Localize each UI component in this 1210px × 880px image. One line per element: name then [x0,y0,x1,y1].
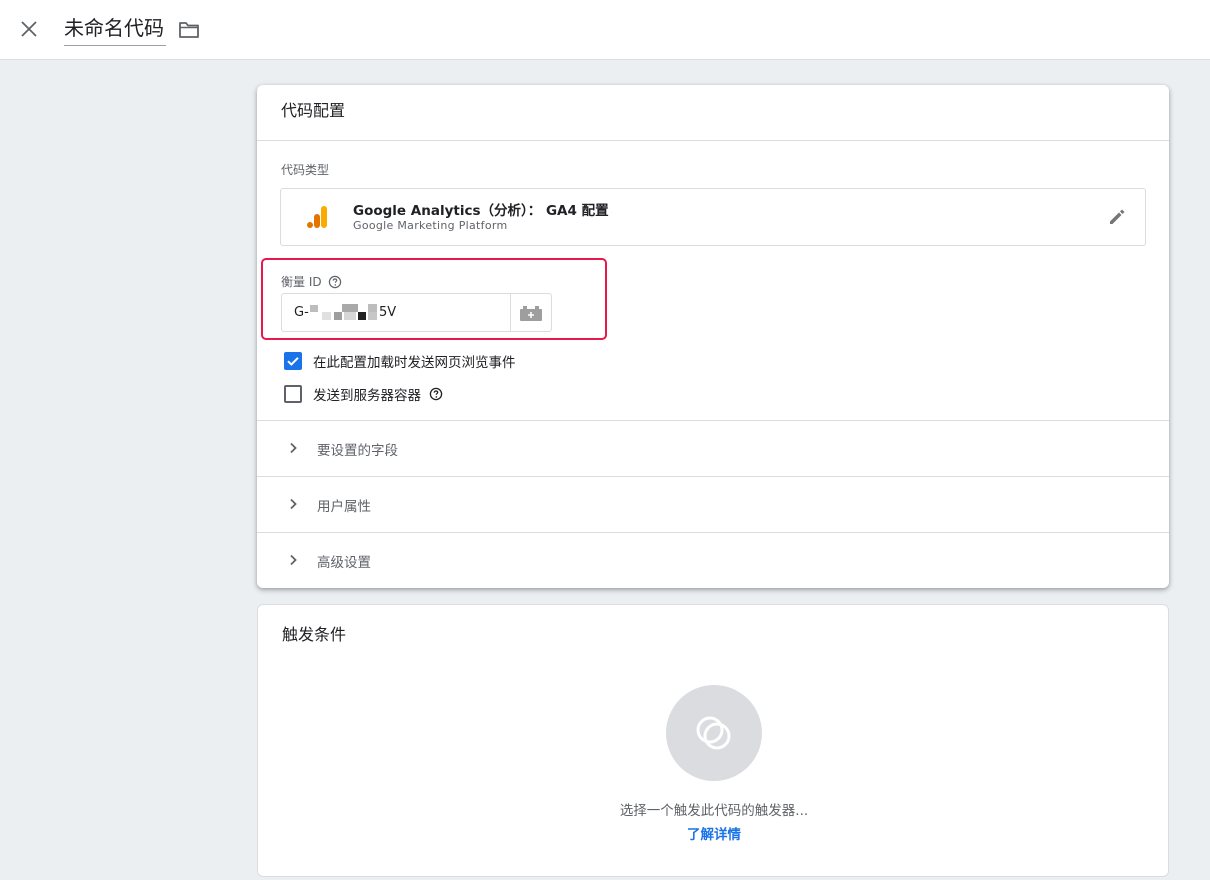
tag-title-field[interactable]: 未命名代码 [64,12,166,46]
ga-logo-icon [307,206,327,228]
insert-variable-button[interactable] [510,293,552,332]
learn-more-link[interactable]: 了解详情 [258,823,1170,843]
section-label: 用户属性 [317,499,371,515]
send-to-server-label: 发送到服务器容器 [313,388,421,404]
send-pageview-option[interactable]: 在此配置加载时发送网页浏览事件 [284,351,516,371]
send-to-server-checkbox[interactable] [284,385,302,403]
send-pageview-checkbox[interactable] [284,352,302,370]
measurement-id-label: 衡量 ID [281,275,322,289]
help-icon[interactable] [328,275,342,289]
folder-icon [179,22,199,38]
redaction-block [368,312,377,320]
section-fields-to-set[interactable]: 要设置的字段 [257,420,1169,476]
chevron-right-icon [290,498,297,510]
section-label: 高级设置 [317,555,371,571]
help-icon[interactable] [429,387,443,401]
check-icon [287,357,299,366]
edit-pencil-icon [1110,209,1125,224]
tag-type-platform: Google Marketing Platform [353,219,508,232]
top-bar: 未命名代码 [0,0,1210,60]
folder-button[interactable] [176,17,202,43]
measurement-id-input[interactable]: G- 5V [281,293,511,332]
trigger-icon [696,716,731,750]
tag-type-label: 代码类型 [281,163,330,177]
choose-trigger-button[interactable] [666,685,762,781]
tag-type-name: Google Analytics（分析）： GA4 配置 [353,203,609,219]
tag-configuration-header: 代码配置 [257,85,1169,141]
tag-type-selector[interactable]: Google Analytics（分析）： GA4 配置 Google Mark… [280,188,1146,246]
trigger-hint: 选择一个触发此代码的触发器... [619,803,809,819]
section-advanced-settings[interactable]: 高级设置 [257,532,1169,588]
section-user-properties[interactable]: 用户属性 [257,476,1169,532]
send-pageview-label: 在此配置加载时发送网页浏览事件 [313,355,516,371]
triggering-title: 触发条件 [282,625,347,644]
tag-title: 未命名代码 [64,16,164,40]
measurement-id-label-row: 衡量 ID [281,273,342,290]
redaction-block [344,312,356,320]
measurement-id-prefix: G- [294,305,309,320]
redaction-block [342,304,358,312]
edit-tag-type-button[interactable] [1105,205,1129,229]
chevron-right-icon [290,554,297,566]
redaction-block [334,312,342,320]
tag-configuration-card: 代码配置 代码类型 Google Analytics（分析）： GA4 配置 G… [257,85,1169,588]
measurement-id-suffix: 5V [379,305,397,320]
close-icon [21,21,37,37]
tag-configuration-title: 代码配置 [281,101,346,120]
redaction-block [322,312,331,320]
variable-icon [520,305,542,321]
redaction-block [358,312,366,320]
chevron-right-icon [290,442,297,454]
close-button[interactable] [14,14,44,44]
section-label: 要设置的字段 [317,443,398,459]
redaction-block [310,305,318,312]
send-to-server-option[interactable]: 发送到服务器容器 [284,384,443,404]
redaction-block [368,304,377,312]
triggering-card[interactable]: 触发条件 选择一个触发此代码的触发器... 了解详情 [257,604,1169,877]
